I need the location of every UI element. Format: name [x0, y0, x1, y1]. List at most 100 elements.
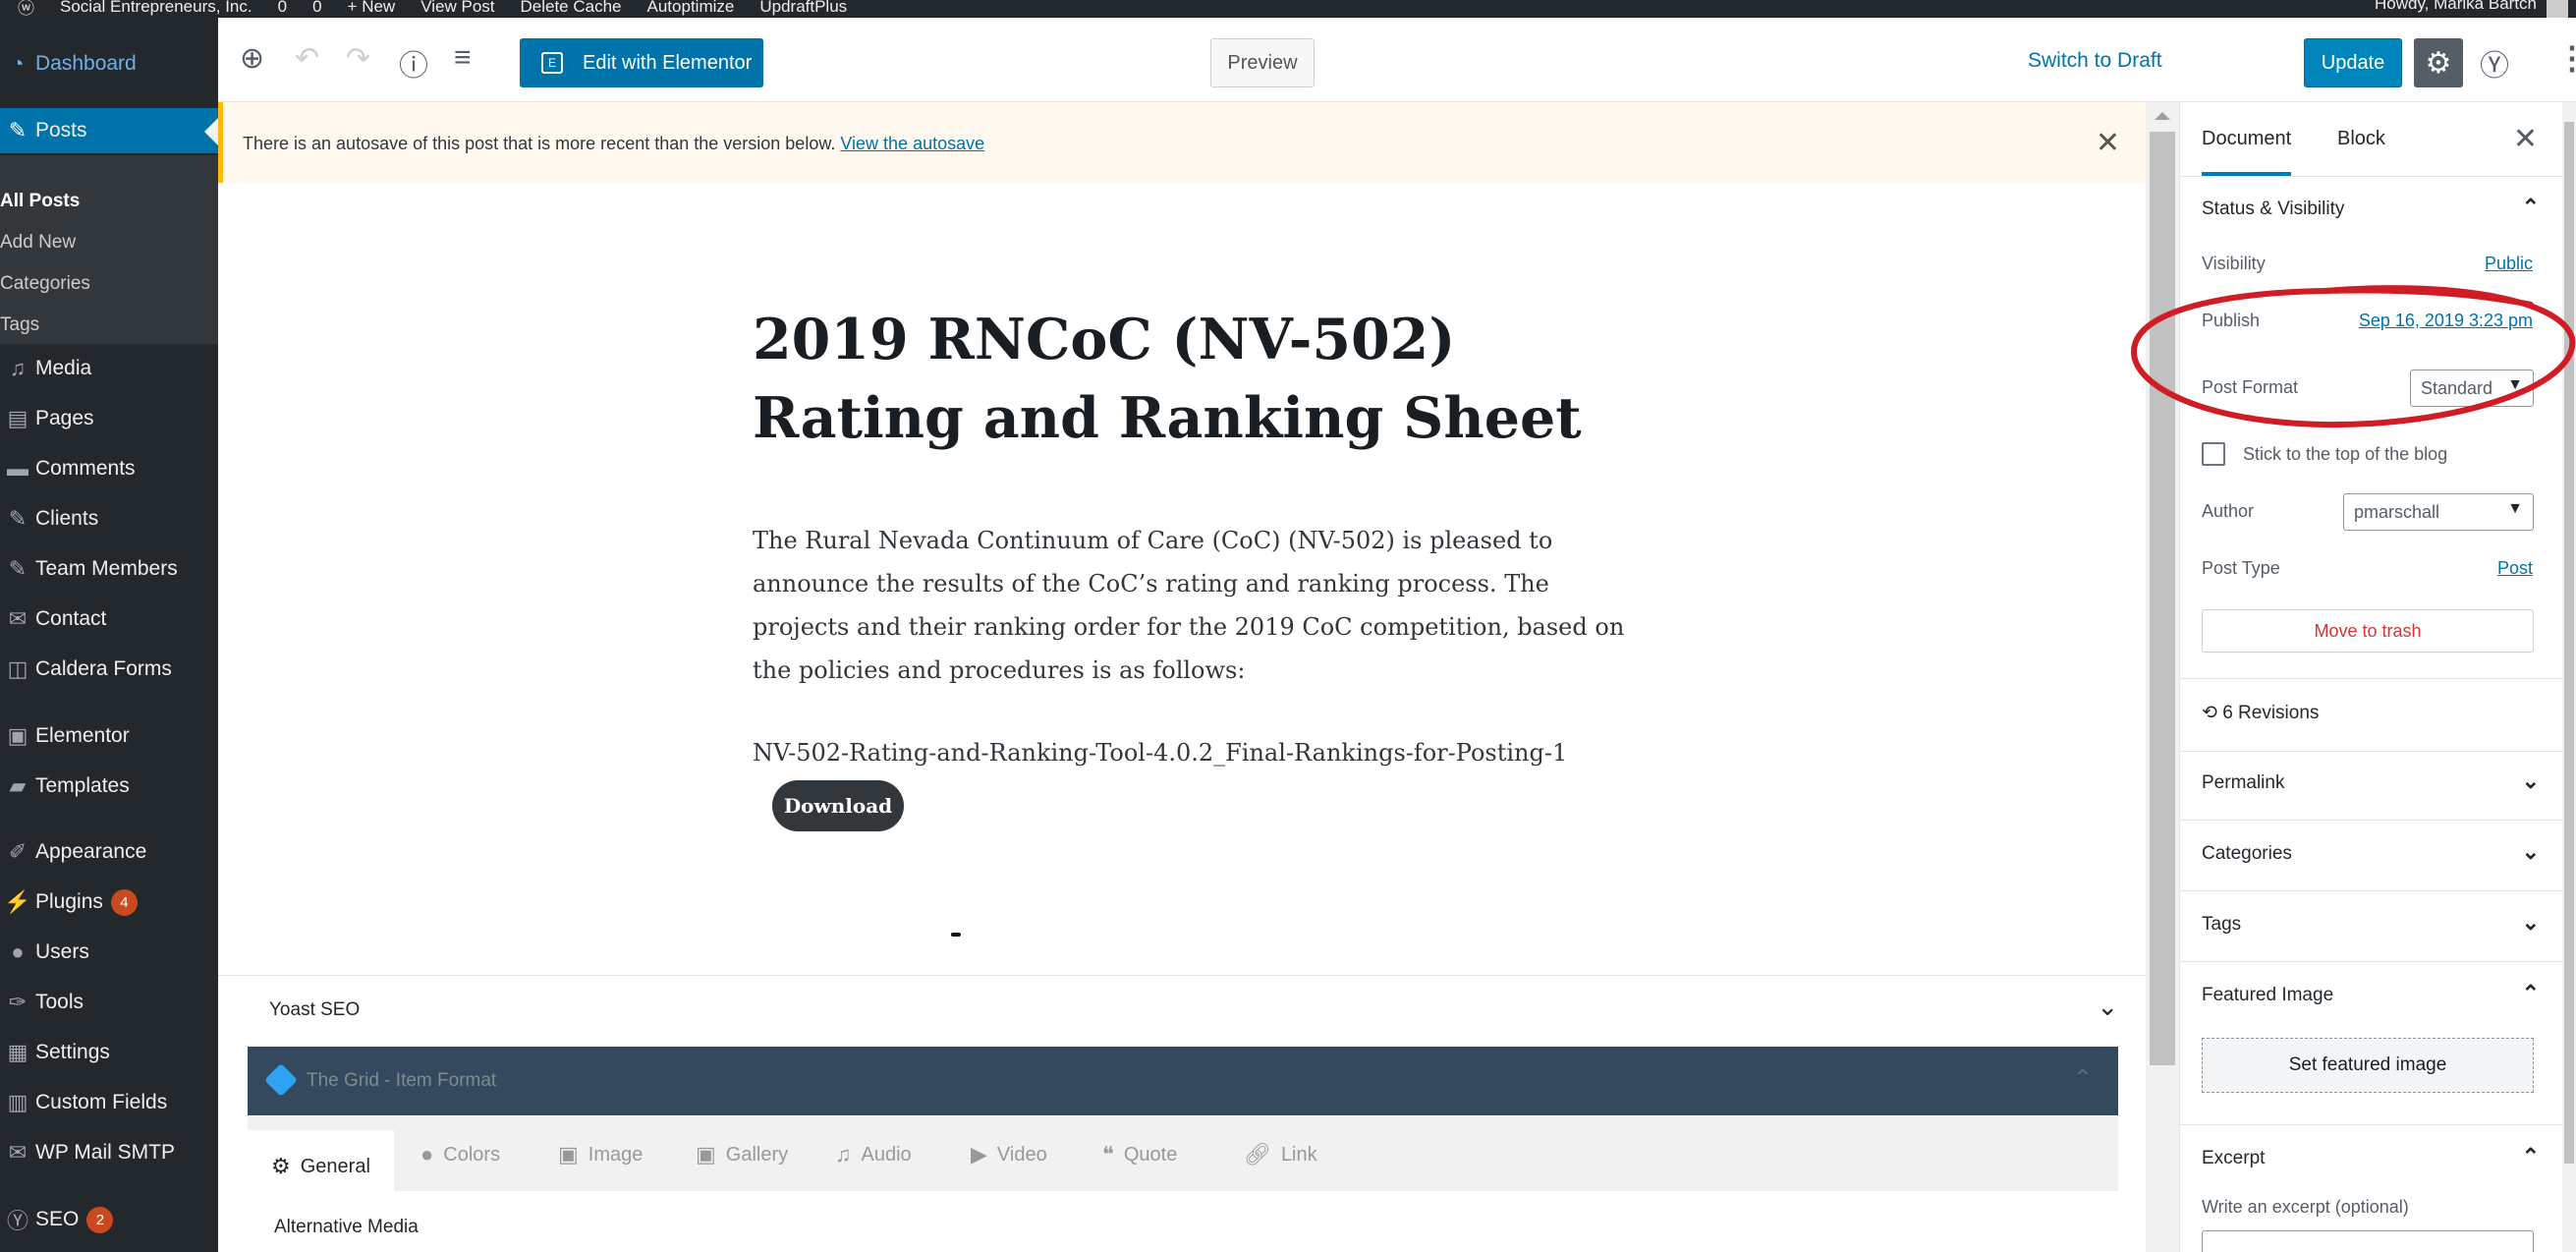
post-paragraph[interactable]: The Rural Nevada Continuum of Care (CoC)… [753, 519, 1637, 692]
sidebar-item-users[interactable]: ● Users [0, 930, 218, 975]
yoast-seo-metabox[interactable]: Yoast SEO ⌄ [218, 975, 2146, 1040]
more-options-icon[interactable]: ⋮ [2556, 39, 2576, 77]
featured-image-panel[interactable]: Featured Image ⌃ [2180, 981, 2563, 1005]
submenu-tags[interactable]: Tags [0, 314, 39, 336]
chevron-up-icon[interactable]: ⌃ [2522, 195, 2540, 220]
sidebar-item-pages[interactable]: ▤ Pages [0, 396, 218, 441]
chevron-up-icon[interactable]: ⌃ [2073, 1064, 2093, 1093]
video-icon: ▶ [971, 1142, 987, 1167]
autoptimize-link[interactable]: Autoptimize [647, 0, 735, 17]
tab-colors[interactable]: ● Colors [420, 1142, 500, 1167]
updates-count[interactable]: 0 [278, 0, 287, 17]
revisions-link[interactable]: ⟲ 6 Revisions [2180, 702, 2563, 723]
author-select[interactable]: pmarschall ▼ [2343, 493, 2534, 531]
download-button[interactable]: Download [772, 780, 904, 831]
comments-count[interactable]: 0 [312, 0, 321, 17]
submenu-categories[interactable]: Categories [0, 273, 90, 295]
updraftplus-link[interactable]: UpdraftPlus [759, 0, 847, 17]
redo-icon[interactable]: ↷ [346, 41, 370, 76]
add-block-icon[interactable]: ⊕ [240, 41, 264, 76]
chevron-up-icon[interactable]: ⌃ [2522, 981, 2540, 1006]
sidebar-item-posts[interactable]: ✎ Posts [0, 108, 218, 153]
info-icon[interactable]: ⓘ [399, 41, 428, 85]
tab-general[interactable]: ⚙ General [248, 1130, 394, 1191]
editor-scrollbar[interactable] [2146, 102, 2179, 1252]
outline-icon[interactable]: ≡ [454, 41, 472, 75]
post-title[interactable]: 2019 RNCoC (NV-502) Rating and Ranking S… [753, 301, 1637, 458]
scroll-up-icon[interactable] [2155, 112, 2170, 120]
edit-with-elementor-button[interactable]: E Edit with Elementor [520, 38, 763, 87]
sidebar-item-dashboard[interactable]: ◔ Dashboard [0, 41, 218, 86]
delete-cache-link[interactable]: Delete Cache [521, 0, 622, 17]
chevron-down-icon[interactable]: ⌄ [2522, 768, 2540, 794]
settings-gear-icon[interactable]: ⚙ [2414, 38, 2463, 87]
submenu-all-posts[interactable]: All Posts [0, 191, 80, 212]
sidebar-item-wp-mail-smtp[interactable]: ✉ WP Mail SMTP [0, 1130, 218, 1175]
tags-panel[interactable]: Tags ⌄ [2180, 910, 2563, 935]
update-button[interactable]: Update [2304, 38, 2402, 87]
sidebar-item-media[interactable]: ♫ Media [0, 346, 218, 391]
sidebar-item-appearance[interactable]: ✐ Appearance [0, 829, 218, 875]
new-content-link[interactable]: + New [348, 0, 396, 17]
excerpt-panel[interactable]: Excerpt ⌃ [2180, 1144, 2563, 1168]
visibility-link[interactable]: Public [2485, 254, 2533, 274]
post-type-label: Post Type [2202, 558, 2280, 578]
preview-button[interactable]: Preview [1210, 38, 1315, 87]
submenu-add-new[interactable]: Add New [0, 232, 76, 254]
sidebar-item-comments[interactable]: ▬ Comments [0, 446, 218, 491]
view-post-link[interactable]: View Post [420, 0, 494, 17]
file-block-name[interactable]: NV-502-Rating-and-Ranking-Tool-4.0.2_Fin… [753, 739, 1567, 767]
settings-scrollbar[interactable] [2562, 102, 2576, 1252]
autosave-notice: There is an autosave of this post that i… [218, 102, 2146, 183]
sidebar-item-custom-fields[interactable]: ▥ Custom Fields [0, 1080, 218, 1125]
chevron-down-icon[interactable]: ⌄ [2522, 910, 2540, 936]
close-icon[interactable]: ✕ [2513, 122, 2538, 156]
tab-link[interactable]: 🔗︎ Link [1244, 1142, 1317, 1167]
undo-icon[interactable]: ↶ [295, 41, 319, 76]
switch-to-draft-button[interactable]: Switch to Draft [2028, 49, 2162, 73]
chevron-down-icon[interactable]: ⌄ [2097, 992, 2118, 1022]
set-featured-image-button[interactable]: Set featured image [2202, 1038, 2534, 1093]
sidebar-item-clients[interactable]: ✎ Clients [0, 496, 218, 541]
view-autosave-link[interactable]: View the autosave [840, 134, 984, 153]
yoast-icon[interactable]: Ⓨ [2475, 38, 2514, 87]
categories-panel[interactable]: Categories ⌄ [2180, 839, 2563, 864]
status-visibility-panel[interactable]: Status & Visibility ⌃ [2180, 195, 2563, 219]
scrollbar-thumb[interactable] [2564, 122, 2574, 1164]
sidebar-item-team-members[interactable]: ✎ Team Members [0, 546, 218, 592]
sidebar-item-contact[interactable]: ✉ Contact [0, 597, 218, 642]
tab-gallery[interactable]: ▣ Gallery [696, 1142, 788, 1167]
sidebar-item-tools[interactable]: ✑ Tools [0, 980, 218, 1025]
sidebar-item-plugins[interactable]: ⚡ Plugins 4 [0, 880, 218, 925]
user-greeting[interactable]: Howdy, Marika Bartch [2375, 0, 2537, 14]
chevron-up-icon[interactable]: ⌃ [2522, 1144, 2540, 1169]
seo-badge: 2 [86, 1206, 114, 1233]
forms-icon: ◫ [7, 656, 28, 681]
sidebar-item-elementor[interactable]: ▣ Elementor [0, 713, 218, 759]
tab-audio[interactable]: ♫ Audio [835, 1142, 912, 1167]
sidebar-item-caldera-forms[interactable]: ◫ Caldera Forms [0, 647, 218, 692]
move-to-trash-button[interactable]: Move to trash [2202, 609, 2534, 653]
the-grid-metabox-header[interactable]: The Grid - Item Format ⌃ [248, 1047, 2118, 1115]
excerpt-textarea[interactable] [2202, 1230, 2534, 1252]
post-type-link[interactable]: Post [2497, 558, 2533, 579]
tab-video[interactable]: ▶ Video [971, 1142, 1047, 1167]
sticky-checkbox[interactable] [2202, 442, 2225, 466]
sidebar-item-settings[interactable]: ▦ Settings [0, 1030, 218, 1075]
tab-quote[interactable]: ❝ Quote [1102, 1142, 1177, 1167]
tab-image[interactable]: ▣ Image [558, 1142, 643, 1167]
pin-icon: ✎ [8, 506, 28, 531]
item-format-tabs: ⚙ General ● Colors ▣ Image ▣ Gallery ♫ Audio … [248, 1116, 2118, 1191]
site-name-link[interactable]: Social Entrepreneurs, Inc. [60, 0, 252, 17]
user-icon: ● [11, 939, 25, 964]
permalink-panel[interactable]: Permalink ⌄ [2180, 768, 2563, 793]
tab-document[interactable]: Document [2202, 128, 2292, 176]
sidebar-item-seo[interactable]: Ⓨ SEO 2 [0, 1197, 218, 1242]
close-icon[interactable]: ✕ [2096, 126, 2120, 160]
tab-block[interactable]: Block [2337, 128, 2385, 150]
wordpress-icon[interactable]: ⓦ [18, 0, 34, 18]
sidebar-item-templates[interactable]: ▰ Templates [0, 764, 218, 809]
scrollbar-thumb[interactable] [2150, 132, 2175, 1065]
avatar[interactable] [2547, 0, 2568, 18]
chevron-down-icon[interactable]: ⌄ [2522, 839, 2540, 865]
